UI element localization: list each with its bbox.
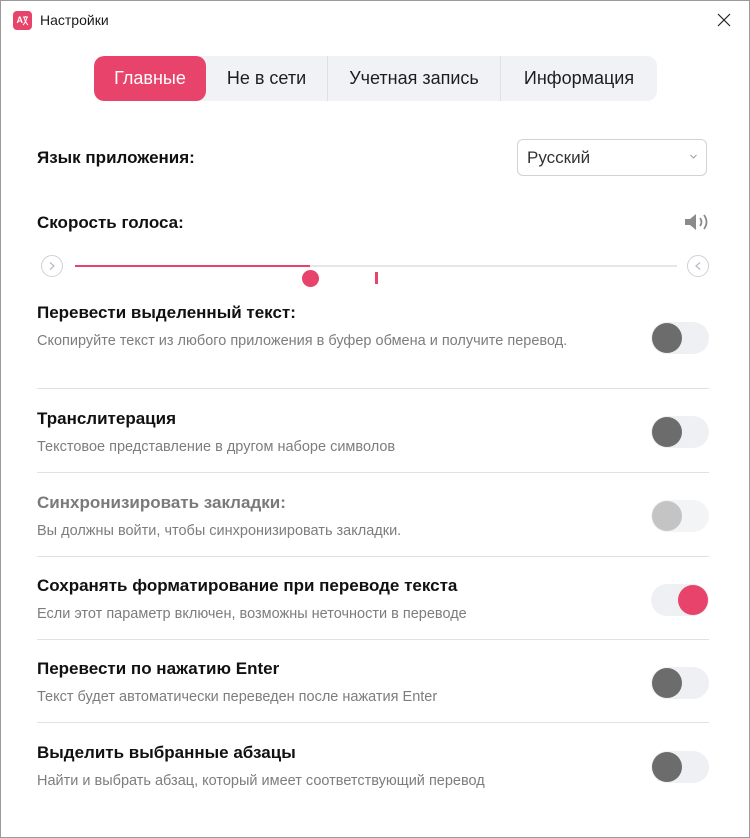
setting-translate-selected: Перевести выделенный текст: Скопируйте т… bbox=[37, 302, 709, 354]
setting-highlight-paragraphs: Выделить выбранные абзацы Найти и выбрат… bbox=[37, 742, 709, 792]
sync-bookmarks-toggle bbox=[651, 500, 709, 532]
language-select[interactable]: Русский bbox=[517, 139, 707, 176]
tab-bar: Главные Не в сети Учетная запись Информа… bbox=[94, 56, 657, 101]
slider-track[interactable] bbox=[75, 265, 677, 287]
setting-sync-bookmarks: Синхронизировать закладки: Вы должны вой… bbox=[37, 492, 709, 542]
setting-title: Перевести по нажатию Enter bbox=[37, 659, 280, 678]
keep-formatting-toggle[interactable] bbox=[651, 584, 709, 616]
setting-description: Текст будет автоматически переведен посл… bbox=[37, 689, 438, 705]
toggle-knob bbox=[652, 323, 682, 353]
translate-app-icon: A bbox=[13, 11, 32, 30]
window-title: Настройки bbox=[40, 12, 109, 28]
highlight-paragraphs-toggle[interactable] bbox=[651, 751, 709, 783]
close-icon bbox=[717, 13, 731, 27]
setting-translate-on-enter: Перевести по нажатию Enter Текст будет а… bbox=[37, 658, 709, 708]
setting-title: Транслитерация bbox=[37, 409, 176, 428]
slider-fill bbox=[75, 265, 310, 267]
faster-icon bbox=[695, 262, 701, 270]
setting-description: Скопируйте текст из любого приложения в … bbox=[37, 333, 568, 349]
divider bbox=[37, 388, 709, 389]
slider-thumb[interactable] bbox=[301, 270, 319, 287]
toggle-knob bbox=[652, 752, 682, 782]
default-speed-tick bbox=[375, 272, 378, 284]
divider bbox=[37, 639, 709, 640]
divider bbox=[37, 722, 709, 723]
tab-main[interactable]: Главные bbox=[94, 56, 206, 101]
toggle-knob bbox=[652, 501, 682, 531]
chevron-down-icon bbox=[690, 154, 697, 159]
setting-transliteration: Транслитерация Текстовое представление в… bbox=[37, 408, 709, 458]
voice-speed-slider bbox=[41, 253, 713, 287]
setting-keep-formatting: Сохранять форматирование при переводе те… bbox=[37, 575, 709, 625]
speaker-icon[interactable] bbox=[683, 211, 713, 233]
setting-title: Выделить выбранные абзацы bbox=[37, 743, 296, 762]
faster-button[interactable] bbox=[687, 255, 709, 277]
tab-account[interactable]: Учетная запись bbox=[328, 56, 501, 101]
divider bbox=[37, 472, 709, 473]
setting-description: Если этот параметр включен, возможны нет… bbox=[37, 606, 467, 622]
language-value: Русский bbox=[527, 147, 591, 167]
tab-info[interactable]: Информация bbox=[501, 56, 657, 101]
translate-on-enter-toggle[interactable] bbox=[651, 667, 709, 699]
title-bar: A Настройки bbox=[1, 1, 749, 39]
close-button[interactable] bbox=[705, 5, 743, 35]
voice-speed-label: Скорость голоса: bbox=[37, 213, 184, 232]
toggle-knob bbox=[652, 668, 682, 698]
setting-description: Текстовое представление в другом наборе … bbox=[37, 439, 396, 455]
slower-button[interactable] bbox=[41, 255, 63, 277]
settings-window: A Настройки Главные Не в сети Учетная за… bbox=[0, 0, 750, 838]
setting-title: Перевести выделенный текст: bbox=[37, 303, 296, 322]
divider bbox=[37, 556, 709, 557]
transliteration-toggle[interactable] bbox=[651, 416, 709, 448]
setting-title: Сохранять форматирование при переводе те… bbox=[37, 576, 458, 595]
svg-text:A: A bbox=[17, 15, 24, 25]
language-label: Язык приложения: bbox=[37, 148, 195, 167]
toggle-knob bbox=[678, 585, 708, 615]
setting-description: Вы должны войти, чтобы синхронизировать … bbox=[37, 523, 402, 539]
tab-offline[interactable]: Не в сети bbox=[206, 56, 328, 101]
setting-title: Синхронизировать закладки: bbox=[37, 493, 286, 512]
slower-icon bbox=[49, 262, 55, 270]
setting-description: Найти и выбрать абзац, который имеет соо… bbox=[37, 773, 485, 789]
translate-selected-toggle[interactable] bbox=[651, 322, 709, 354]
toggle-knob bbox=[652, 417, 682, 447]
